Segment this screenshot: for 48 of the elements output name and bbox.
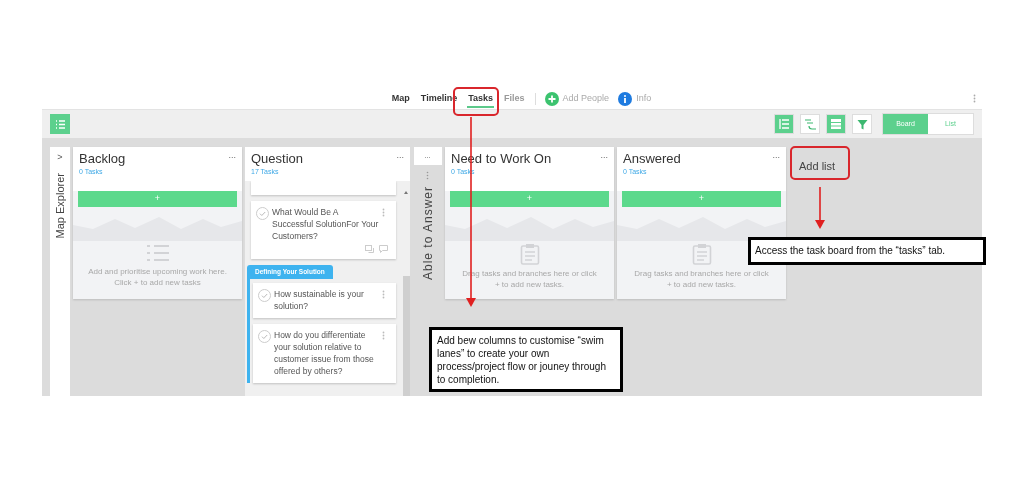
task-card[interactable] (251, 181, 396, 195)
task-card[interactable]: How sustainable is your solution? (253, 282, 396, 318)
more-icon (973, 94, 976, 103)
rows-icon (830, 118, 842, 130)
list-menu-button[interactable]: ... (600, 151, 608, 160)
filter-button[interactable] (852, 114, 872, 134)
outline-icon (778, 118, 790, 130)
comments-icon (365, 245, 374, 253)
list-icon (54, 118, 66, 130)
arrow (814, 187, 826, 229)
nav-tab[interactable]: Tasks (467, 87, 495, 110)
check-circle-icon (258, 288, 271, 302)
list-title: Question (251, 151, 304, 167)
filter-icon (856, 118, 868, 130)
chat-icon (379, 245, 388, 253)
clipboard-icon (519, 243, 540, 265)
branch-icon (803, 118, 817, 130)
outline-button[interactable] (774, 114, 794, 134)
list-title: Answered (623, 151, 681, 167)
callout-note: Access the task board from the “tasks” tab. (748, 237, 986, 265)
task-card[interactable]: How do you differentiate your solution relative to customer issue from those offered by others? (253, 323, 396, 383)
highlight-frame (790, 146, 850, 180)
info-icon (618, 91, 633, 106)
list-view-button[interactable] (50, 114, 70, 134)
list-menu-button[interactable]: ... (772, 151, 780, 160)
list-title[interactable]: Able to Answer (421, 186, 434, 281)
branch-button[interactable] (800, 114, 820, 134)
list-title: Backlog (79, 151, 126, 167)
clipboard-icon (691, 243, 712, 265)
list-menu-button[interactable]: ... (413, 147, 442, 165)
plus-circle-icon (544, 91, 559, 106)
list-menu-button[interactable]: ... (228, 151, 236, 160)
empty-list-hint: Add and prioritise upcoming work here. Click + to add new tasks (87, 266, 228, 288)
check-circle-icon (258, 329, 271, 343)
check-circle-icon (256, 207, 269, 220)
callout-note: Add bew columns to customise “swim lanes” to create your own process/project flow or jouney through to completion. (429, 327, 623, 392)
task-title: How do you differentiate your solution relative to customer issue from those offered by others? (274, 328, 375, 377)
empty-list-hint: Drag tasks and branches here or click + to add new tasks. (633, 268, 770, 290)
task-card[interactable]: What Would Be A Successful SolutionFor Your Customers? (251, 201, 396, 259)
list-menu-button[interactable]: ... (396, 151, 404, 160)
numbered-list-icon (145, 243, 170, 263)
rows-button[interactable] (826, 114, 846, 134)
nav-tab[interactable]: Map (390, 87, 411, 110)
expand-button[interactable]: > (57, 151, 63, 165)
sidebar-title[interactable]: Map Explorer (54, 172, 66, 238)
add-list-button[interactable]: Add list (799, 158, 836, 175)
task-title: How sustainable is your solution? (274, 287, 365, 312)
task-title: What Would Be A Successful SolutionFor Your Customers? (272, 206, 380, 242)
